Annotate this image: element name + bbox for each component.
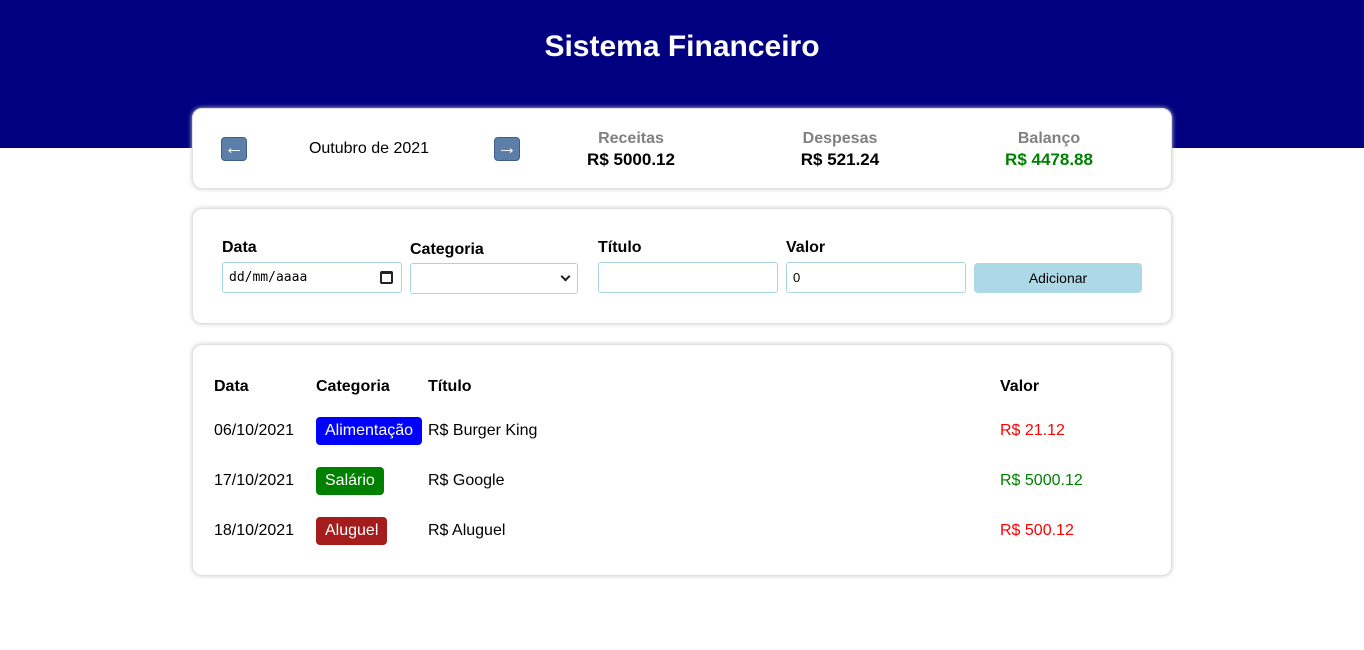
row-title: R$ Aluguel — [428, 522, 506, 539]
despesas-label: Despesas — [802, 130, 878, 147]
row-date: 06/10/2021 — [214, 422, 295, 439]
row-value: R$ 5000.12 — [1000, 472, 1083, 489]
add-item-form: Data dd/mm/aaaa Categoria Título Valor 0… — [192, 208, 1172, 324]
data-field-group: Data dd/mm/aaaa — [222, 239, 402, 293]
info-panel: ← Outubro de 2021 → Receitas R$ 5000.12 … — [192, 108, 1172, 189]
app-title: Sistema Financeiro — [544, 30, 820, 63]
receitas-label: Receitas — [598, 130, 664, 147]
row-value: R$ 21.12 — [1000, 422, 1065, 439]
valor-field-group: Valor 0 — [786, 239, 966, 293]
header-titulo: Título — [428, 378, 472, 395]
month-label: Outubro de 2021 — [308, 140, 430, 157]
category-badge: Salário — [316, 467, 384, 495]
row-date: 17/10/2021 — [214, 472, 295, 489]
balanco-summary: Balanço R$ 4478.88 — [949, 129, 1149, 171]
arrow-left-icon[interactable]: ← — [221, 137, 247, 161]
header-categoria: Categoria — [316, 378, 390, 395]
categoria-label: Categoria — [410, 241, 484, 258]
row-title: R$ Burger King — [428, 422, 538, 439]
chevron-down-icon — [560, 271, 571, 282]
arrow-right-icon[interactable]: → — [494, 137, 520, 161]
data-input[interactable]: dd/mm/aaaa — [222, 262, 402, 293]
titulo-label: Título — [598, 239, 642, 256]
category-badge: Aluguel — [316, 517, 388, 545]
categoria-select[interactable] — [410, 263, 578, 294]
row-value: R$ 500.12 — [1000, 522, 1074, 539]
titulo-field-group: Título — [598, 239, 778, 293]
receitas-summary: Receitas R$ 5000.12 — [531, 129, 731, 171]
transactions-table: Data Categoria Título Valor 06/10/2021 A… — [192, 344, 1172, 576]
categoria-field-group: Categoria — [410, 239, 578, 294]
add-button[interactable]: Adicionar — [974, 263, 1142, 293]
data-label: Data — [222, 239, 257, 256]
despesas-value: R$ 521.24 — [800, 150, 880, 169]
receitas-value: R$ 5000.12 — [587, 150, 675, 169]
balanco-value: R$ 4478.88 — [1005, 150, 1093, 169]
data-placeholder: dd/mm/aaaa — [229, 270, 308, 285]
calendar-icon[interactable] — [380, 271, 393, 284]
valor-label: Valor — [786, 239, 826, 256]
category-badge: Alimentação — [316, 417, 423, 445]
despesas-summary: Despesas R$ 521.24 — [740, 129, 940, 171]
row-title: R$ Google — [428, 472, 505, 489]
row-date: 18/10/2021 — [214, 522, 295, 539]
header-data: Data — [214, 378, 249, 395]
valor-input[interactable]: 0 — [786, 262, 966, 293]
balanco-label: Balanço — [1017, 130, 1081, 147]
header-valor: Valor — [1000, 378, 1040, 395]
titulo-input[interactable] — [598, 262, 778, 293]
